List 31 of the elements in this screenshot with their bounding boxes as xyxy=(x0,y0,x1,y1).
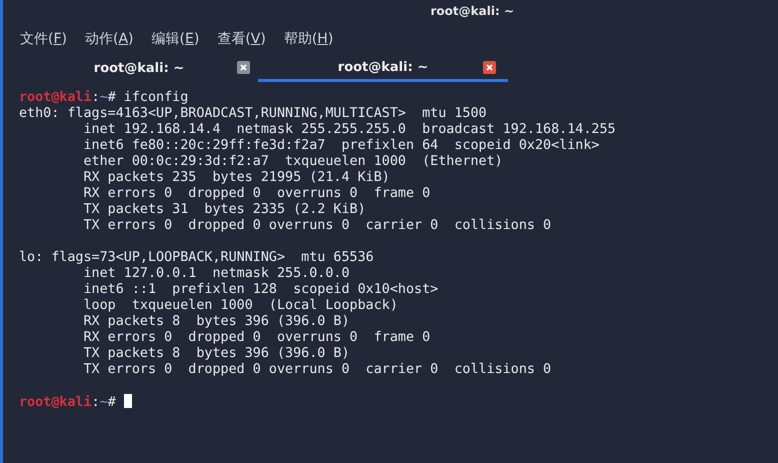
output-line: inet 127.0.0.1 netmask 255.0.0.0 xyxy=(82,266,350,281)
output-line: TX packets 8 bytes 396 (396.0 B) xyxy=(82,346,350,361)
output-line: RX errors 0 dropped 0 overruns 0 frame 0 xyxy=(82,186,430,201)
menu-item[interactable]: 帮助(H) xyxy=(284,28,334,50)
menu-item[interactable]: 编辑(E) xyxy=(152,28,200,50)
output-line: RX packets 235 bytes 21995 (21.4 KiB) xyxy=(82,170,390,185)
menu-item[interactable]: 动作(A) xyxy=(85,28,134,50)
output-line: RX packets 8 bytes 396 (396.0 B) xyxy=(82,314,350,329)
output-line: TX packets 31 bytes 2335 (2.2 KiB) xyxy=(82,202,366,217)
prompt-path: :~# xyxy=(92,395,116,410)
output-line: inet6 ::1 prefixlen 128 scopeid 0x10<host> xyxy=(82,282,438,297)
output-line: inet6 fe80::20c:29ff:fe3d:f2a7 prefixlen 64 scopeid 0x20<link> xyxy=(82,138,600,153)
output-line: TX errors 0 dropped 0 overruns 0 carrier 0 collisions 0 xyxy=(82,218,552,233)
prompt-path: :~# xyxy=(92,90,116,105)
output-line: loop txqueuelen 1000 (Local Loopback) xyxy=(82,298,398,313)
tab[interactable]: root@kali: ~ xyxy=(258,55,508,82)
command-text: ifconfig xyxy=(122,90,188,105)
output-line: eth0: flags=4163<UP,BROADCAST,RUNNING,MULTICAST> mtu 1500 xyxy=(19,106,487,121)
menu-item[interactable]: 文件(F) xyxy=(20,28,67,50)
output-line: ether 00:0c:29:3d:f2:a7 txqueuelen 1000 (Ethernet) xyxy=(82,154,503,169)
close-icon[interactable] xyxy=(483,61,496,74)
prompt-user: root@kali xyxy=(19,395,92,410)
output-line: TX errors 0 dropped 0 overruns 0 carrier 0 collisions 0 xyxy=(82,362,552,377)
output-line: RX errors 0 dropped 0 overruns 0 frame 0 xyxy=(82,330,430,345)
prompt-user: root@kali xyxy=(19,90,92,105)
window-title: root@kali: ~ xyxy=(430,3,515,20)
close-icon[interactable] xyxy=(237,61,250,74)
menu-item[interactable]: 查看(V) xyxy=(217,28,266,50)
output-line: inet 192.168.14.4 netmask 255.255.255.0 broadcast 192.168.14.255 xyxy=(82,122,616,137)
tab[interactable]: root@kali: ~ xyxy=(20,55,258,82)
output-line: lo: flags=73<UP,LOOPBACK,RUNNING> mtu 65536 xyxy=(19,250,374,265)
